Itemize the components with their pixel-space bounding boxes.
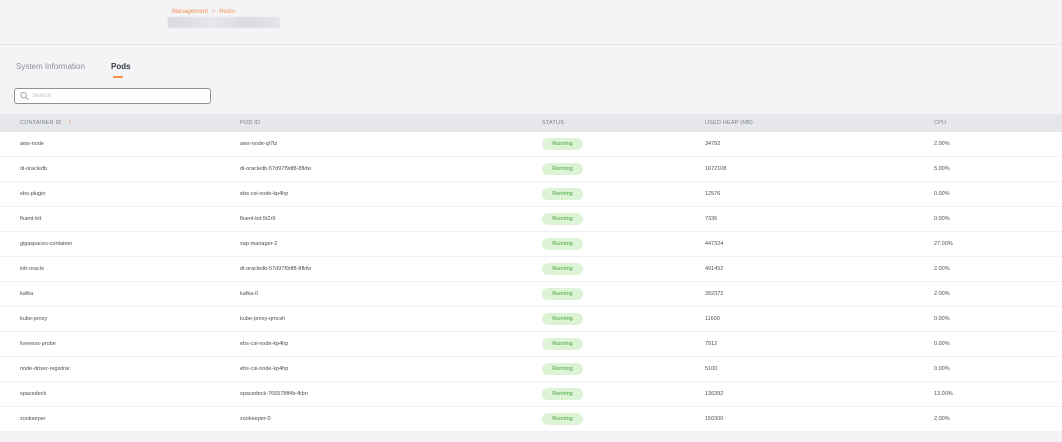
cell-used-heap: 1672108 bbox=[705, 166, 727, 172]
cell-container-id: aws-node bbox=[20, 141, 44, 147]
status-badge: Running bbox=[542, 338, 583, 350]
status-badge: Running bbox=[542, 363, 583, 375]
cell-cpu: 5.00% bbox=[934, 166, 950, 172]
breadcrumb-item-management[interactable]: Management bbox=[172, 9, 208, 15]
search-icon bbox=[20, 91, 29, 100]
cell-pod-id: di-oracledb-57d97f9df8-8fkfw bbox=[240, 266, 312, 272]
table-row[interactable]: di-oracledb di-oracledb-57d97f9df8-8fkfw R… bbox=[0, 157, 1062, 182]
cell-container-id: node-driver-registrar bbox=[20, 366, 70, 372]
cell-pod-id: ebs-csi-node-kp4hp bbox=[240, 366, 289, 372]
tab-label: Pods bbox=[111, 62, 131, 71]
breadcrumb-separator: > bbox=[211, 9, 216, 15]
cell-cpu: 0.00% bbox=[934, 316, 950, 322]
cell-container-id: kafka bbox=[20, 291, 34, 297]
table-row[interactable]: spacedeck spacedeck-766578ff4b-fkbn Runnin… bbox=[0, 382, 1062, 407]
table-row[interactable]: ebs-plugin ebs-csi-node-kp4hp Running 12576… bbox=[0, 182, 1062, 207]
tab-system-information[interactable]: System Information bbox=[16, 62, 85, 71]
cell-pod-id: zookeeper-0 bbox=[240, 416, 271, 422]
cell-container-id: kube-proxy bbox=[20, 316, 48, 322]
cell-container-id: iidr-oracle bbox=[20, 266, 45, 272]
cell-pod-id: ebs-csi-node-kp4hp bbox=[240, 341, 289, 347]
breadcrumb-item-hosts[interactable]: Hosts bbox=[219, 9, 235, 15]
status-badge: Running bbox=[542, 213, 583, 225]
cell-cpu: 2.00% bbox=[934, 416, 950, 422]
table-row[interactable]: zookeeper zookeeper-0 Running 150300 2.00% bbox=[0, 407, 1062, 432]
status-badge: Running bbox=[542, 388, 583, 400]
cell-cpu: 0.00% bbox=[934, 216, 950, 222]
cell-container-id: di-oracledb bbox=[20, 166, 48, 172]
cell-used-heap: 136392 bbox=[705, 391, 724, 397]
table-row[interactable]: liveness-probe ebs-csi-node-kp4hp Running 7… bbox=[0, 332, 1062, 357]
cell-used-heap: 491452 bbox=[705, 266, 724, 272]
table-row[interactable]: gigaspaces-container xap-manager-2 Running… bbox=[0, 232, 1062, 257]
cell-cpu: 2.00% bbox=[934, 266, 950, 272]
cell-cpu: 0.00% bbox=[934, 341, 950, 347]
cell-used-heap: 11600 bbox=[705, 316, 720, 322]
cell-container-id: spacedeck bbox=[20, 391, 47, 397]
status-badge: Running bbox=[542, 413, 583, 425]
table-row[interactable]: node-driver-registrar ebs-csi-node-kp4hp R… bbox=[0, 357, 1062, 382]
cell-used-heap: 447324 bbox=[705, 241, 724, 247]
table-header-row: CONTAINER ID ↑ POD ID STATUS USED HEAP (… bbox=[0, 114, 1062, 132]
page-header: Management > Hosts bbox=[0, 0, 1062, 45]
column-header-used-heap[interactable]: USED HEAP (MB) bbox=[705, 114, 753, 132]
cell-pod-id: fluent-bit-5t2r9 bbox=[240, 216, 276, 222]
table-row[interactable]: kube-proxy kube-proxy-qmcsh Running 11600 0.… bbox=[0, 307, 1062, 332]
cell-container-id: liveness-probe bbox=[20, 341, 56, 347]
active-tab-indicator bbox=[113, 76, 123, 78]
table-row[interactable]: aws-node aws-node-ql7tz Running 34792 2.00% bbox=[0, 132, 1062, 157]
cell-container-id: gigaspaces-container bbox=[20, 241, 73, 247]
cell-pod-id: ebs-csi-node-kp4hp bbox=[240, 191, 289, 197]
cell-used-heap: 5100 bbox=[705, 366, 718, 372]
column-header-status[interactable]: STATUS bbox=[542, 114, 564, 132]
cell-container-id: fluent-bit bbox=[20, 216, 42, 222]
search-input[interactable] bbox=[32, 90, 202, 102]
status-badge: Running bbox=[542, 163, 583, 175]
host-name-redacted bbox=[168, 17, 280, 28]
cell-cpu: 0.00% bbox=[934, 191, 950, 197]
cell-pod-id: kafka-0 bbox=[240, 291, 259, 297]
search-box bbox=[14, 88, 211, 104]
status-badge: Running bbox=[542, 288, 583, 300]
status-badge: Running bbox=[542, 188, 583, 200]
breadcrumb: Management > Hosts bbox=[172, 9, 235, 15]
cell-used-heap: 150300 bbox=[705, 416, 724, 422]
cell-container-id: ebs-plugin bbox=[20, 191, 46, 197]
status-badge: Running bbox=[542, 313, 583, 325]
cell-cpu: 13.00% bbox=[934, 391, 953, 397]
cell-pod-id: spacedeck-766578ff4b-fkbn bbox=[240, 391, 308, 397]
cell-pod-id: kube-proxy-qmcsh bbox=[240, 316, 286, 322]
cell-used-heap: 7336 bbox=[705, 216, 718, 222]
column-header-label: CONTAINER ID bbox=[20, 120, 62, 126]
cell-used-heap: 12576 bbox=[705, 191, 721, 197]
tab-label: System Information bbox=[16, 62, 85, 71]
cell-cpu: 2.00% bbox=[934, 141, 950, 147]
column-header-pod-id[interactable]: POD ID bbox=[240, 114, 260, 132]
sort-ascending-icon[interactable]: ↑ bbox=[68, 114, 72, 132]
cell-pod-id: di-oracledb-57d97f9df8-8fkfw bbox=[240, 166, 312, 172]
table-body: aws-node aws-node-ql7tz Running 34792 2.00% d… bbox=[0, 132, 1062, 432]
cell-pod-id: xap-manager-2 bbox=[240, 241, 278, 247]
pods-table: CONTAINER ID ↑ POD ID STATUS USED HEAP (… bbox=[0, 114, 1062, 432]
column-header-cpu[interactable]: CPU bbox=[934, 114, 946, 132]
cell-cpu: 2.00% bbox=[934, 291, 950, 297]
cell-pod-id: aws-node-ql7tz bbox=[240, 141, 278, 147]
table-row[interactable]: iidr-oracle di-oracledb-57d97f9df8-8fkfw R… bbox=[0, 257, 1062, 282]
cell-used-heap: 7912 bbox=[705, 341, 718, 347]
cell-cpu: 0.00% bbox=[934, 366, 950, 372]
cell-container-id: zookeeper bbox=[20, 416, 46, 422]
status-badge: Running bbox=[542, 263, 583, 275]
table-row[interactable]: fluent-bit fluent-bit-5t2r9 Running 7336 0.0… bbox=[0, 207, 1062, 232]
cell-used-heap: 392372 bbox=[705, 291, 724, 297]
cell-cpu: 27.00% bbox=[934, 241, 953, 247]
column-header-container-id[interactable]: CONTAINER ID ↑ bbox=[20, 114, 72, 132]
status-badge: Running bbox=[542, 238, 583, 250]
table-row[interactable]: kafka kafka-0 Running 392372 2.00% bbox=[0, 282, 1062, 307]
tab-pods[interactable]: Pods bbox=[111, 62, 131, 78]
status-badge: Running bbox=[542, 138, 583, 150]
cell-used-heap: 34792 bbox=[705, 141, 721, 147]
